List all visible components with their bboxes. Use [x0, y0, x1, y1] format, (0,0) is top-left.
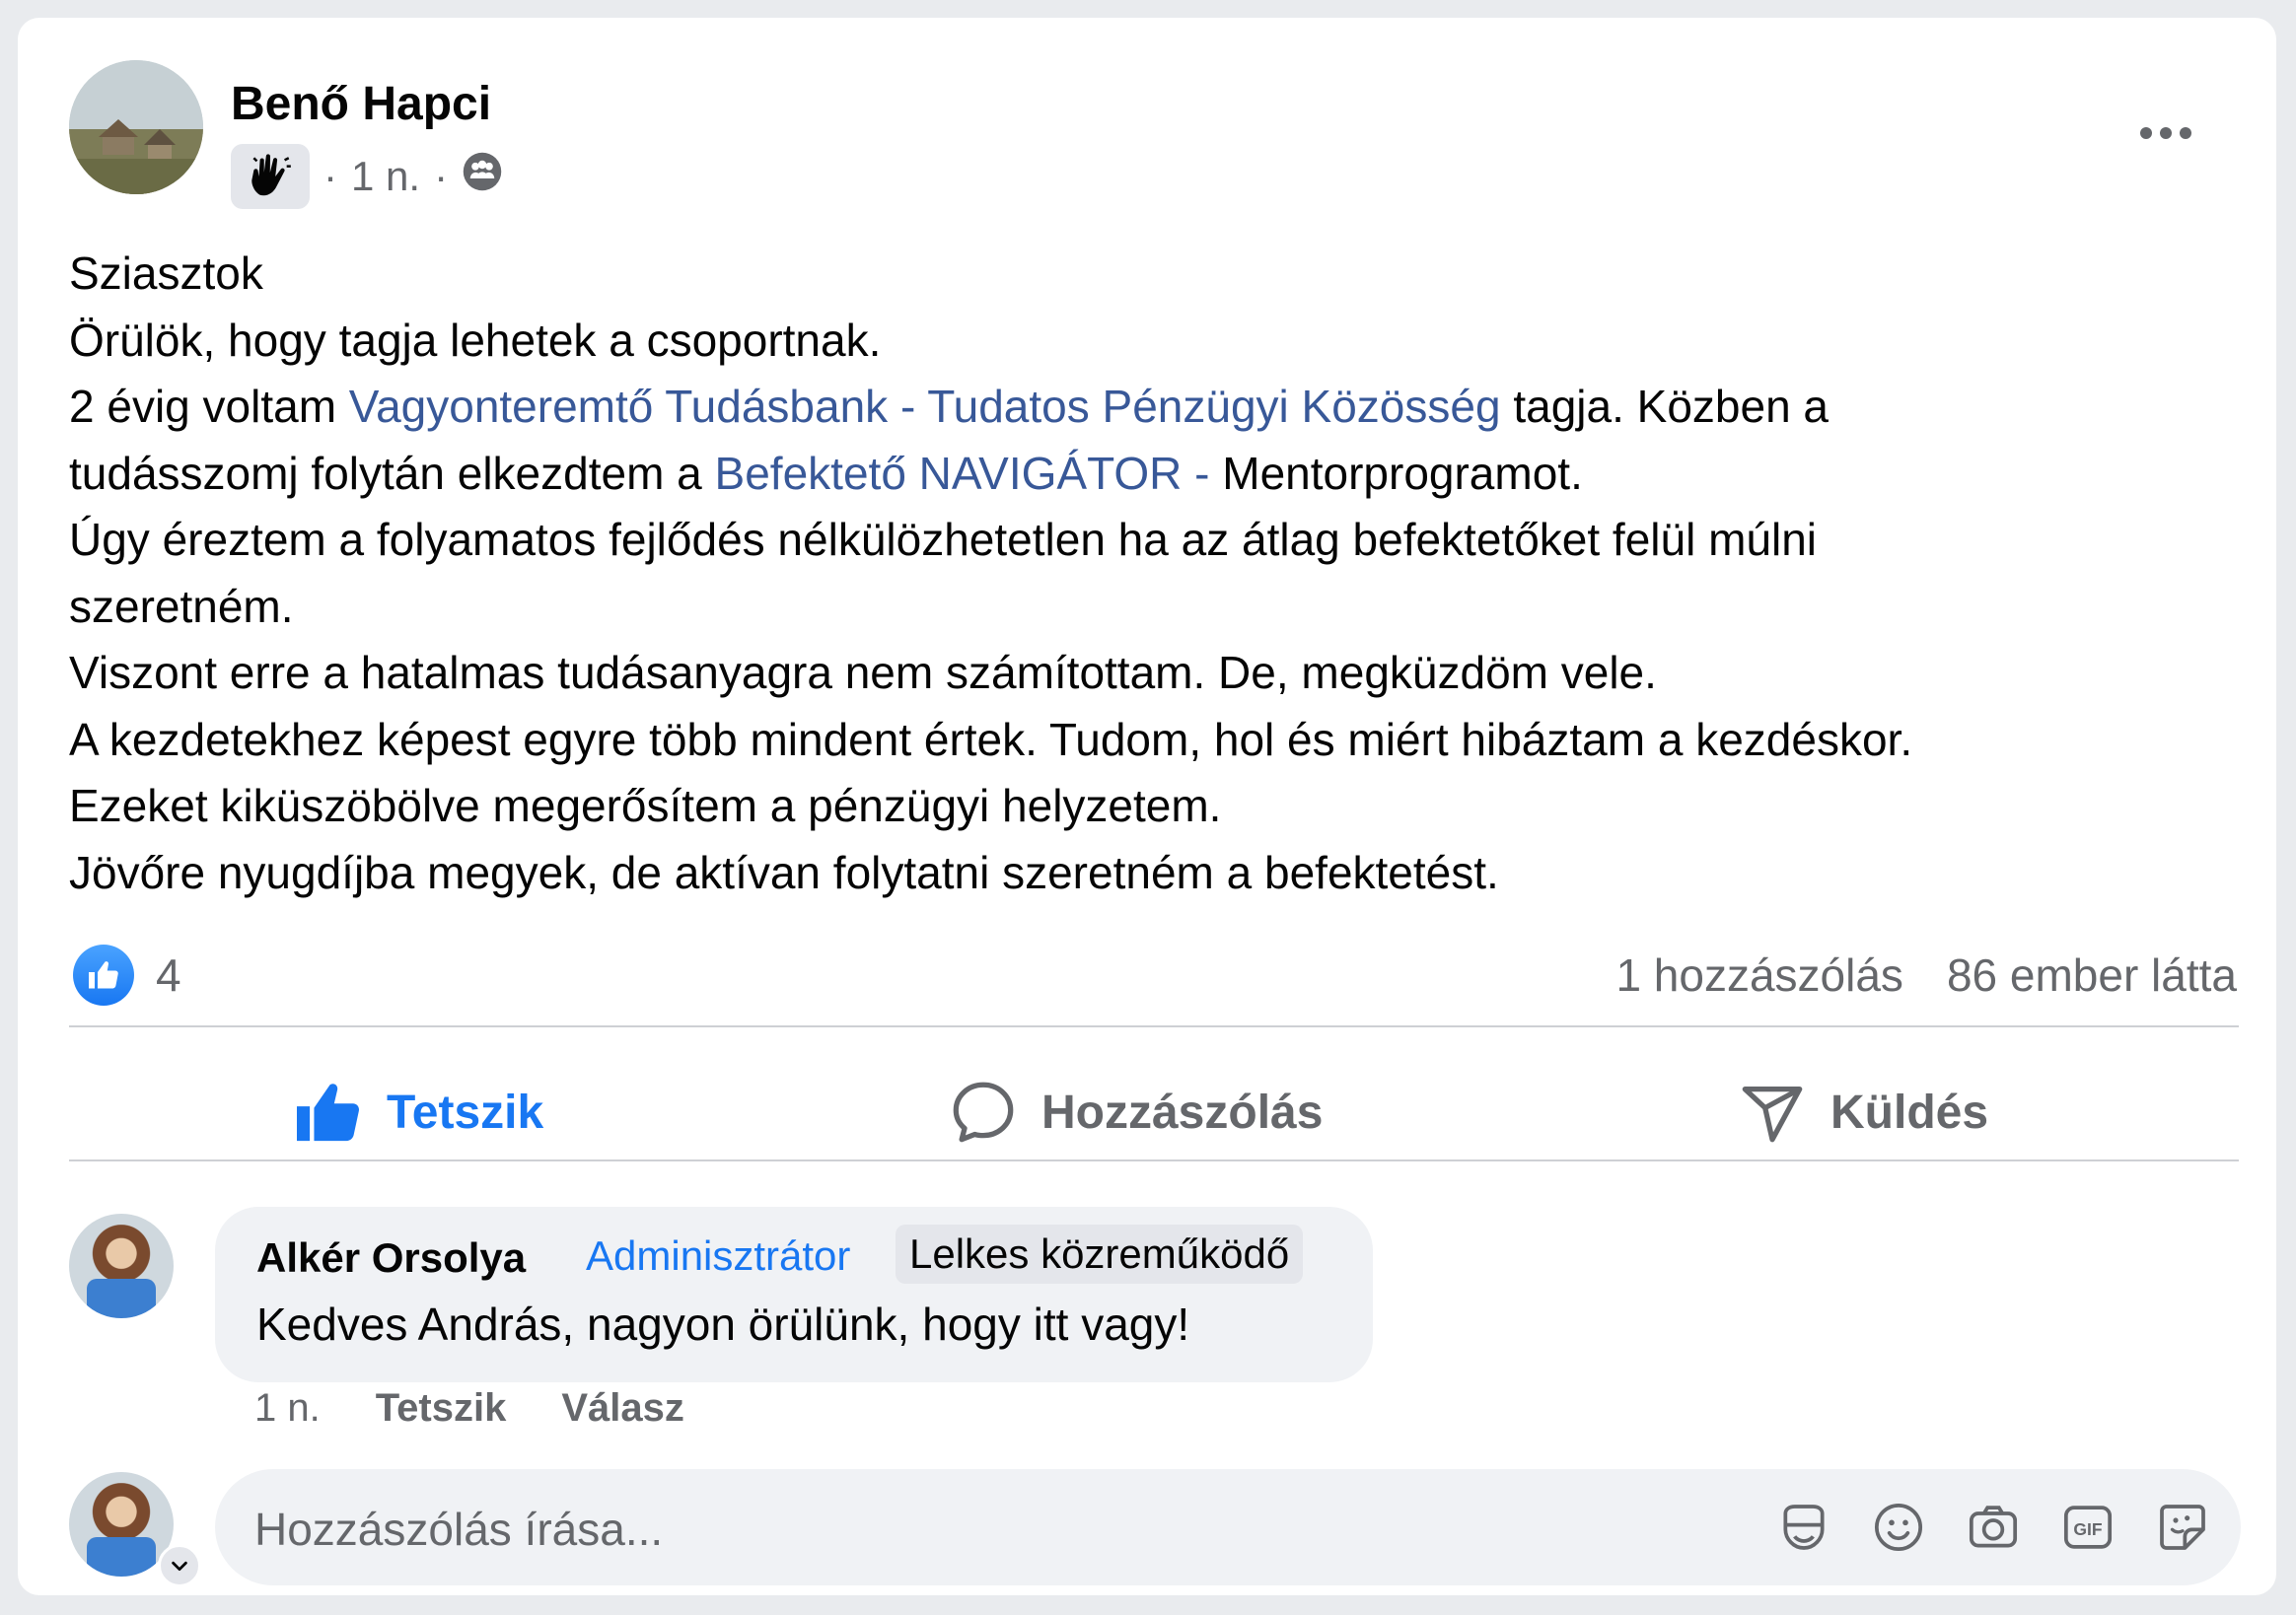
- divider: [69, 1159, 2239, 1161]
- send-button[interactable]: Küldés: [1738, 1063, 1988, 1161]
- more-options-button[interactable]: [2128, 111, 2203, 155]
- like-button[interactable]: Tetszik: [294, 1063, 543, 1161]
- post-line: Jövőre nyugdíjba megyek, de aktívan foly…: [69, 846, 1499, 898]
- views-count: 86 ember látta: [1946, 949, 2237, 1001]
- comment-input[interactable]: Hozzászólás írása... GIF: [215, 1469, 2241, 1585]
- commenter-name[interactable]: Alkér Orsolya: [256, 1234, 526, 1282]
- post-line: Ezeket kiküszöbölve megerősítem a pénzüg…: [69, 780, 1222, 831]
- post-meta: · 1 n. ·: [231, 144, 503, 209]
- post-line: Örülök, hogy tagja lehetek a csoportnak.: [69, 314, 882, 366]
- comment-time[interactable]: 1 n.: [254, 1386, 321, 1431]
- sticker-icon[interactable]: [2154, 1499, 2211, 1556]
- comment-bubble: Alkér Orsolya Adminisztrátor Lelkes közr…: [215, 1207, 1373, 1382]
- more-icon: [2140, 127, 2152, 139]
- divider: [69, 1025, 2239, 1027]
- post-stats: 1 hozzászólás 86 ember látta: [1615, 948, 2237, 1002]
- emoji-icon[interactable]: [1870, 1499, 1927, 1556]
- author-name[interactable]: Benő Hapci: [231, 77, 491, 131]
- post-line: tudásszomj folytán elkezdtem a Befektető…: [69, 447, 1583, 499]
- comment-bubble-icon: [953, 1082, 1014, 1143]
- group-audience-icon: [462, 151, 503, 202]
- post-line: 2 évig voltam Vagyonteremtő Tudásbank - …: [69, 381, 1830, 432]
- post-time[interactable]: 1 n.: [351, 153, 420, 200]
- thumbs-up-icon: [297, 1084, 359, 1142]
- wave-badge-icon[interactable]: [231, 144, 310, 209]
- program-link[interactable]: Befektető NAVIGÁTOR -: [715, 448, 1210, 499]
- comment-like-button[interactable]: Tetszik: [376, 1386, 507, 1431]
- like-reaction-icon[interactable]: [73, 945, 134, 1006]
- send-icon: [1742, 1087, 1803, 1143]
- svg-text:GIF: GIF: [2073, 1519, 2102, 1539]
- comments-count[interactable]: 1 hozzászólás: [1615, 948, 1903, 1002]
- comment-reply-button[interactable]: Válasz: [561, 1386, 684, 1431]
- avatar-sticker-icon[interactable]: [1775, 1499, 1832, 1556]
- post-line: Viszont erre a hatalmas tudásanyagra nem…: [69, 647, 1657, 698]
- commenter-contributor-badge[interactable]: Lelkes közreműködő: [896, 1225, 1304, 1284]
- post-text: Sziasztok Örülök, hogy tagja lehetek a c…: [69, 241, 2239, 906]
- reaction-count[interactable]: 4: [156, 948, 181, 1002]
- comment-button[interactable]: Hozzászólás: [949, 1063, 1323, 1161]
- comment-text: Kedves András, nagyon örülünk, hogy itt …: [256, 1299, 1190, 1350]
- group-link[interactable]: Vagyonteremtő Tudásbank - Tudatos Pénzüg…: [349, 381, 1501, 432]
- meta-separator: ·: [434, 153, 449, 199]
- comment-meta: 1 n. Tetszik Válasz: [254, 1386, 684, 1431]
- meta-separator: ·: [323, 153, 337, 199]
- camera-icon[interactable]: [1965, 1499, 2022, 1556]
- post-line: A kezdetekhez képest egyre több mindent …: [69, 713, 1913, 765]
- author-avatar[interactable]: [69, 60, 203, 194]
- post-line: Úgy éreztem a folyamatos fejlődés nélkül…: [69, 514, 1818, 565]
- gif-icon[interactable]: GIF: [2059, 1499, 2117, 1556]
- chevron-down-icon[interactable]: [158, 1544, 201, 1587]
- comment-input-placeholder: Hozzászólás írása...: [254, 1504, 664, 1555]
- commenter-avatar[interactable]: [69, 1214, 174, 1318]
- post-line: szeretném.: [69, 580, 294, 632]
- commenter-role-badge[interactable]: Adminisztrátor: [576, 1229, 860, 1284]
- post-card: Benő Hapci · 1 n. · Sziasztok Örülök, ho…: [18, 18, 2276, 1595]
- post-line: Sziasztok: [69, 247, 263, 299]
- composer-tools: GIF: [1775, 1499, 2211, 1556]
